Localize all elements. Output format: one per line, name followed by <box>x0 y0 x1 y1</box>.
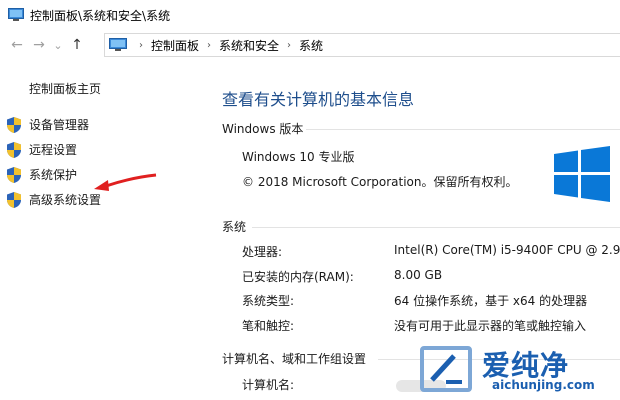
windows-logo-icon <box>554 146 610 202</box>
sidebar-item-remote-settings[interactable]: 远程设置 <box>6 137 101 162</box>
processor-label: 处理器: <box>242 245 283 259</box>
chevron-down-icon: ⌄ <box>53 38 63 52</box>
system-type-label: 系统类型: <box>242 294 295 308</box>
windows-edition-name: Windows 10 专业版 <box>242 150 355 164</box>
ram-value: 8.00 GB <box>394 268 443 282</box>
back-arrow-icon: ← <box>11 37 23 53</box>
section-divider <box>252 227 620 228</box>
recent-locations-button[interactable]: ⌄ <box>50 34 66 56</box>
computer-name-section: 计算机名、域和工作组设置 <box>222 350 620 367</box>
control-panel-icon <box>109 38 127 51</box>
breadcrumb-system[interactable]: 系统 <box>299 37 323 54</box>
window-title: 控制面板\系统和安全\系统 <box>30 8 171 23</box>
shield-icon <box>7 166 21 183</box>
sidebar-item-device-manager[interactable]: 设备管理器 <box>6 112 101 137</box>
sidebar-item-advanced-settings[interactable]: 高级系统设置 <box>6 187 101 212</box>
ram-label: 已安装的内存(RAM): <box>242 270 354 284</box>
sidebar-item-system-protection[interactable]: 系统保护 <box>6 162 101 187</box>
breadcrumb-system-security[interactable]: 系统和安全 <box>219 37 279 54</box>
sidebar-item-label: 远程设置 <box>29 143 78 157</box>
up-button[interactable]: ↑ <box>66 34 88 56</box>
system-type-value: 64 位操作系统，基于 x64 的处理器 <box>394 294 588 308</box>
section-header: 计算机名、域和工作组设置 <box>222 352 367 366</box>
forward-button[interactable]: → <box>28 34 50 56</box>
windows-edition-section: Windows 版本 <box>222 120 620 137</box>
section-header: 系统 <box>222 220 247 234</box>
watermark-url: aichunjing.com <box>492 378 595 392</box>
watermark-slash-icon <box>430 354 462 384</box>
left-pane: 控制面板主页 设备管理器 远程设置 系统保护 高级系统设置 <box>0 60 210 400</box>
shield-icon <box>7 116 21 133</box>
control-panel-home-link[interactable]: 控制面板主页 <box>29 80 101 97</box>
page-title: 查看有关计算机的基本信息 <box>222 90 415 109</box>
breadcrumb-separator[interactable]: › <box>207 40 211 51</box>
breadcrumb-separator: › <box>139 39 143 51</box>
section-divider <box>306 129 620 130</box>
back-button[interactable]: ← <box>6 34 28 56</box>
copyright-text: © 2018 Microsoft Corporation。保留所有权利。 <box>242 175 518 189</box>
navigation-bar: ← → ⌄ ↑ › 控制面板 › 系统和安全 › 系统 <box>0 32 620 58</box>
address-bar[interactable]: › 控制面板 › 系统和安全 › 系统 <box>104 33 620 57</box>
sidebar-item-label: 设备管理器 <box>29 118 90 132</box>
sidebar-item-label: 高级系统设置 <box>29 193 102 207</box>
watermark-logo-icon <box>420 346 472 392</box>
red-arrow-annotation-icon <box>94 173 157 191</box>
shield-icon <box>7 141 21 158</box>
watermark: 爱纯净 aichunjing.com <box>420 340 620 400</box>
control-panel-icon <box>8 8 24 21</box>
processor-value: Intel(R) Core(TM) i5-9400F CPU @ 2.90 <box>394 243 620 257</box>
pen-touch-label: 笔和触控: <box>242 319 295 333</box>
system-section: 系统 <box>222 218 620 235</box>
task-list: 设备管理器 远程设置 系统保护 高级系统设置 <box>6 112 101 212</box>
breadcrumb-separator[interactable]: › <box>287 40 291 51</box>
shield-icon <box>7 191 21 208</box>
forward-arrow-icon: → <box>33 37 45 53</box>
breadcrumb-control-panel[interactable]: 控制面板 <box>151 37 199 54</box>
up-arrow-icon: ↑ <box>71 37 83 53</box>
computer-name-label: 计算机名: <box>242 378 295 392</box>
sidebar-item-label: 系统保护 <box>29 168 78 182</box>
section-header: Windows 版本 <box>222 122 304 136</box>
pen-touch-value: 没有可用于此显示器的笔或触控输入 <box>394 319 587 333</box>
title-bar: 控制面板\系统和安全\系统 <box>0 0 620 30</box>
